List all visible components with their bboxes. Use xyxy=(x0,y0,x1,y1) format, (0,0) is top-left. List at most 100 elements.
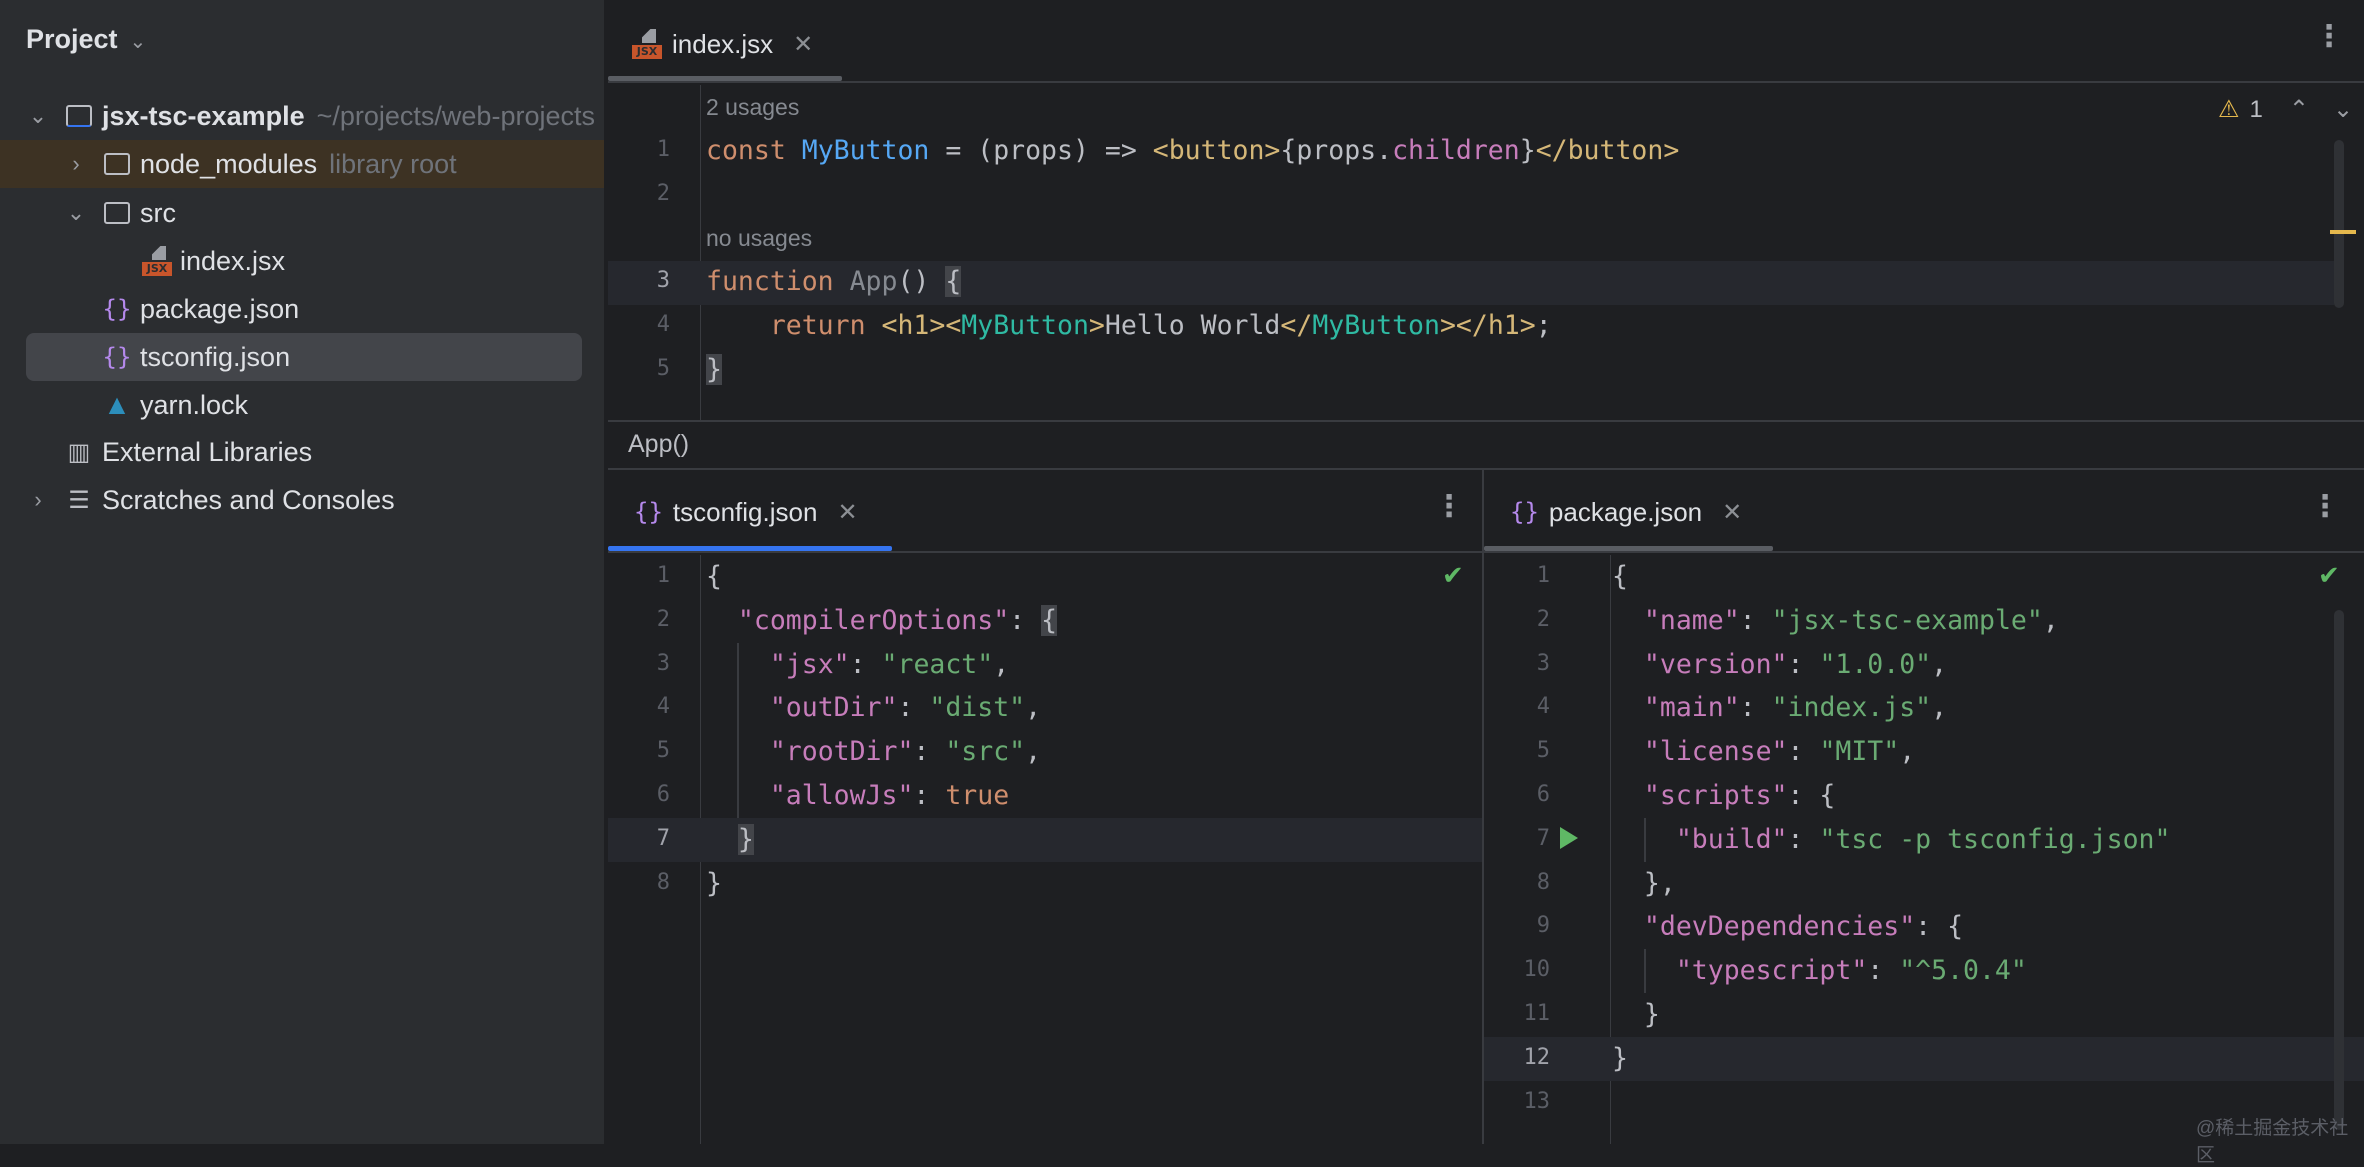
line-number: 2 xyxy=(656,606,670,632)
code-token: : xyxy=(1787,823,1820,855)
tree-item[interactable]: › ☰ Scratches and Consoles xyxy=(0,476,604,524)
tree-item[interactable]: ⌄ src xyxy=(0,189,604,237)
tree-item[interactable]: ▥ External Libraries xyxy=(0,428,604,476)
run-script-icon[interactable] xyxy=(1560,827,1578,849)
more-options-icon[interactable]: ⋮ xyxy=(2314,22,2344,52)
code-token: : xyxy=(1009,604,1042,636)
code-line[interactable]: "outDir": "dist", xyxy=(706,686,1041,730)
top-editor-tabbar: JSX index.jsx ✕ ⋮ xyxy=(608,0,2364,83)
breadcrumb[interactable]: App() xyxy=(628,430,689,459)
code-line[interactable]: "main": "index.js", xyxy=(1612,686,1947,730)
line-number: 3 xyxy=(1536,650,1550,676)
line-number: 8 xyxy=(656,869,670,895)
tree-item[interactable]: JSX index.jsx xyxy=(0,237,604,285)
code-line[interactable]: } xyxy=(706,818,754,862)
code-token: "src" xyxy=(945,736,1026,768)
code-line[interactable]: const MyButton = (props) => <button>{pro… xyxy=(706,129,1679,173)
no-problems-check-icon: ✔ xyxy=(1442,560,1464,590)
previous-highlight-icon[interactable]: ⌃ xyxy=(2289,95,2309,124)
code-token: "typescript" xyxy=(1675,955,1868,987)
line-number: 8 xyxy=(1536,869,1550,895)
vertical-scrollbar[interactable] xyxy=(2334,140,2344,308)
code-line[interactable]: { xyxy=(706,555,722,599)
chevron-down-icon: ⌄ xyxy=(129,31,147,53)
code-token: <button> xyxy=(1152,135,1281,166)
more-options-icon[interactable]: ⋮ xyxy=(2310,492,2340,522)
code-token: { xyxy=(1041,604,1058,636)
code-line[interactable]: } xyxy=(706,862,722,906)
code-token: , xyxy=(2042,604,2059,636)
code-line[interactable]: "name": "jsx-tsc-example", xyxy=(1612,599,2059,643)
code-token: : xyxy=(1787,648,1820,680)
code-line[interactable]: } xyxy=(706,348,722,392)
code-token: : { xyxy=(1787,780,1836,811)
code-token: { xyxy=(1612,561,1628,592)
tab-label: package.json xyxy=(1548,496,1703,527)
code-token: "dist" xyxy=(929,692,1026,724)
code-line[interactable]: } xyxy=(1612,993,1660,1037)
tree-item-label: tsconfig.json xyxy=(140,341,291,372)
code-token: "^5.0.4" xyxy=(1899,955,2027,987)
code-line[interactable]: "jsx": "react", xyxy=(706,643,1009,687)
close-icon[interactable]: ✕ xyxy=(1722,498,1742,527)
tree-item[interactable]: ▲ yarn.lock xyxy=(0,381,604,429)
code-line[interactable]: "allowJs": true xyxy=(706,774,1009,818)
code-token: "license" xyxy=(1643,736,1788,768)
chevron-right-icon[interactable]: › xyxy=(26,487,50,513)
tree-item[interactable]: ⌄ jsx-tsc-example ~/projects/web-projects xyxy=(0,92,604,140)
code-line[interactable]: }, xyxy=(1612,862,1676,906)
code-line[interactable]: "compilerOptions": { xyxy=(706,599,1058,643)
tree-item-hint: ~/projects/web-projects xyxy=(316,100,595,131)
tab-tsconfig-json[interactable]: {} tsconfig.json ✕ xyxy=(634,492,858,532)
code-token: = (props) => xyxy=(929,135,1153,166)
code-line[interactable]: "devDependencies": { xyxy=(1612,905,1963,949)
code-token: } xyxy=(1519,135,1536,166)
tab-index-jsx[interactable]: JSX index.jsx ✕ xyxy=(632,24,813,64)
code-token: "MIT" xyxy=(1819,736,1900,768)
line-number: 7 xyxy=(656,825,670,851)
warning-marker[interactable] xyxy=(2330,230,2356,234)
line-number: 4 xyxy=(656,312,670,337)
code-token: return xyxy=(706,310,882,341)
code-line[interactable]: "typescript": "^5.0.4" xyxy=(1612,949,2027,993)
close-icon[interactable]: ✕ xyxy=(837,498,857,527)
tab-package-json[interactable]: {} package.json ✕ xyxy=(1510,492,1742,532)
code-token: { xyxy=(945,266,962,297)
code-token: } xyxy=(706,867,722,899)
project-folder-icon xyxy=(64,101,94,131)
code-line[interactable]: function App() { xyxy=(706,260,962,304)
more-options-icon[interactable]: ⋮ xyxy=(1434,492,1464,522)
chevron-down-icon[interactable]: ⌄ xyxy=(64,200,88,226)
tab-label: tsconfig.json xyxy=(672,496,818,527)
next-highlight-icon[interactable]: ⌄ xyxy=(2333,95,2353,124)
code-token: "devDependencies" xyxy=(1643,911,1916,943)
project-view-selector[interactable]: Project ⌄ xyxy=(26,24,146,55)
project-sidebar: Project ⌄ ⌄ jsx-tsc-example ~/projects/web-… xyxy=(0,0,606,1144)
code-line[interactable]: { xyxy=(1612,555,1628,599)
code-line[interactable]: "version": "1.0.0", xyxy=(1612,643,1947,687)
code-token: "compilerOptions" xyxy=(737,604,1010,636)
inspection-widget[interactable]: ⚠ 1 ⌃ ⌄ xyxy=(2218,95,2353,124)
vertical-scrollbar[interactable] xyxy=(2334,610,2344,1130)
chevron-down-icon[interactable]: ⌄ xyxy=(26,103,50,129)
code-line[interactable]: "scripts": { xyxy=(1612,774,1835,818)
code-token: : xyxy=(849,648,882,680)
code-token: "allowJs" xyxy=(769,780,914,811)
code-line[interactable]: "build": "tsc -p tsconfig.json" xyxy=(1612,818,2171,862)
tree-item[interactable]: › node_modules library root xyxy=(0,140,604,188)
code-line[interactable]: "license": "MIT", xyxy=(1612,730,1915,774)
chevron-right-icon[interactable]: › xyxy=(64,151,88,177)
folder-icon xyxy=(102,149,132,179)
tree-item[interactable]: {} tsconfig.json xyxy=(26,333,582,381)
code-line[interactable]: "rootDir": "src", xyxy=(706,730,1041,774)
code-token: "main" xyxy=(1643,692,1740,724)
code-token: } xyxy=(706,354,722,385)
code-line[interactable]: } xyxy=(1612,1037,1628,1081)
tree-item[interactable]: {} package.json xyxy=(0,285,604,333)
code-token: "index.js" xyxy=(1771,692,1932,724)
close-icon[interactable]: ✕ xyxy=(793,30,813,59)
code-line[interactable]: return <h1><MyButton>Hello World</MyButt… xyxy=(706,304,1552,348)
